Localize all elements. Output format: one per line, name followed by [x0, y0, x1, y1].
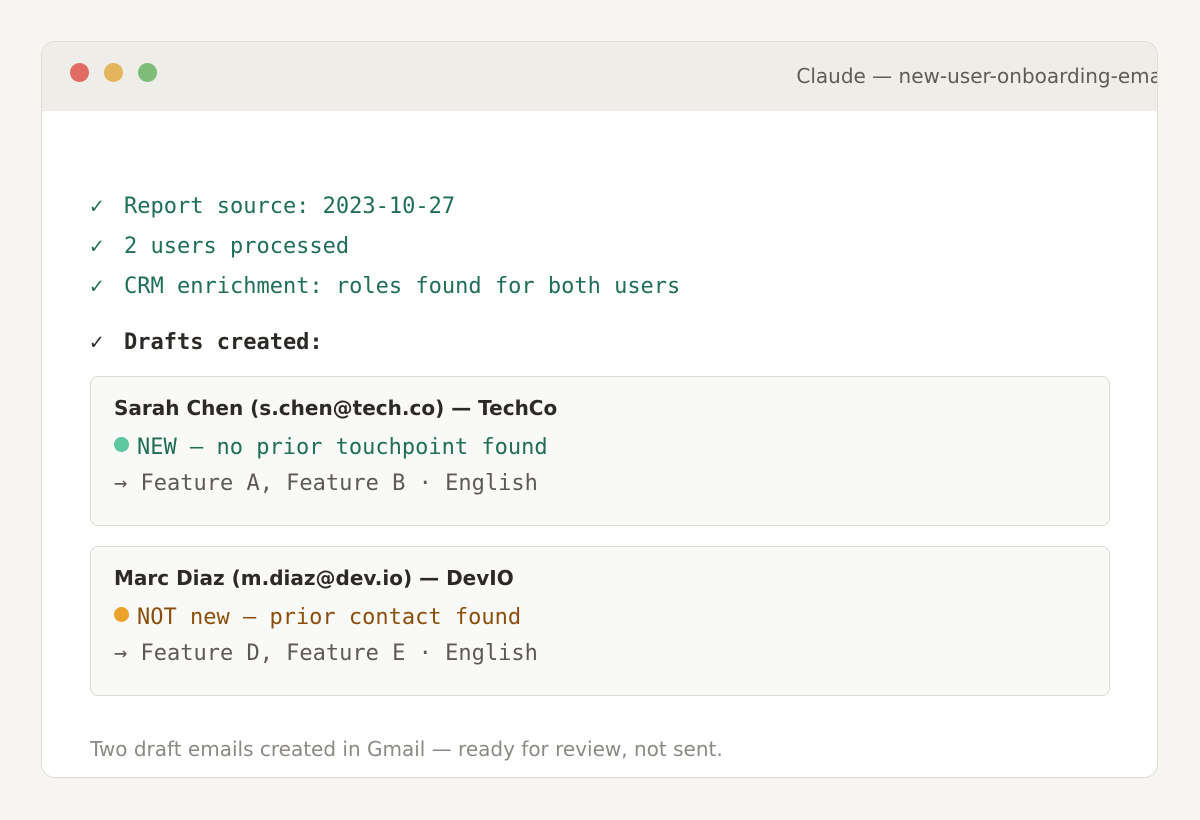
checkmark-icon: ✓	[90, 194, 104, 219]
drafts-created-heading: ✓ Drafts created:	[90, 330, 323, 355]
status-line-users-processed: ✓ 2 users processed	[90, 234, 349, 259]
contact-status: NOT new — prior contact found	[114, 605, 521, 630]
draft-card-marc-diaz[interactable]: Marc Diaz (m.diaz@dev.io) — DevIO NOT ne…	[90, 546, 1110, 696]
features-language: → Feature D, Feature E · English	[114, 641, 538, 666]
contact-status-text: NOT new — prior contact found	[137, 605, 522, 630]
status-text: CRM enrichment: roles found for both use…	[124, 274, 681, 299]
status-dot-icon	[114, 607, 129, 622]
drafts-label: Drafts created:	[124, 330, 323, 355]
maximize-window-button[interactable]	[138, 63, 157, 82]
features-language: → Feature A, Feature B · English	[114, 471, 538, 496]
app-window: Claude — new-user-onboarding-email ✓ Repo…	[41, 41, 1158, 778]
summary-footer: Two draft emails created in Gmail — read…	[90, 737, 723, 761]
recipient-name: Marc Diaz (m.diaz@dev.io) — DevIO	[114, 566, 514, 590]
status-line-report-source: ✓ Report source: 2023-10-27	[90, 194, 455, 219]
minimize-window-button[interactable]	[104, 63, 123, 82]
window-title: Claude — new-user-onboarding-email	[796, 64, 1158, 88]
recipient-name: Sarah Chen (s.chen@tech.co) — TechCo	[114, 396, 558, 420]
status-line-crm-enrichment: ✓ CRM enrichment: roles found for both us…	[90, 274, 680, 299]
status-text: 2 users processed	[124, 234, 350, 259]
draft-card-sarah-chen[interactable]: Sarah Chen (s.chen@tech.co) — TechCo NEW…	[90, 376, 1110, 526]
checkmark-icon: ✓	[90, 274, 104, 299]
checkmark-icon: ✓	[90, 330, 104, 355]
checkmark-icon: ✓	[90, 234, 104, 259]
contact-status-text: NEW — no prior touchpoint found	[137, 435, 548, 460]
title-bar: Claude — new-user-onboarding-email	[42, 42, 1157, 111]
close-window-button[interactable]	[70, 63, 89, 82]
status-dot-icon	[114, 437, 129, 452]
contact-status: NEW — no prior touchpoint found	[114, 435, 548, 460]
status-text: Report source: 2023-10-27	[124, 194, 456, 219]
